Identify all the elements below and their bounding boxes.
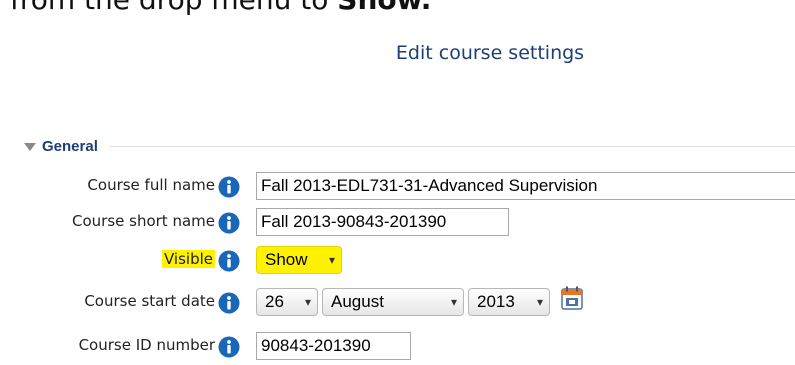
info-icon[interactable] (218, 176, 240, 198)
row-course-start-date: Course start date 26 ▾ August ▾ 2013 ▾ (0, 286, 795, 320)
info-icon[interactable] (218, 292, 240, 314)
label-course-short-name: Course short name (72, 212, 215, 230)
dropdown-caret-icon: ▾ (328, 253, 335, 267)
caption-bold-text: Show. (337, 0, 431, 16)
dropdown-caret-icon: ▾ (304, 295, 311, 309)
row-course-short-name: Course short name Fall 2013-90843-201390 (0, 206, 795, 240)
instruction-caption: from the drop menu to Show. (0, 0, 795, 17)
label-course-start-date: Course start date (84, 292, 215, 310)
calendar-icon[interactable] (561, 286, 583, 310)
page-title: Edit course settings (395, 42, 585, 64)
info-icon[interactable] (218, 336, 240, 358)
visible-selected-value: Show (265, 250, 308, 269)
start-month-value: August (331, 292, 384, 311)
row-course-id-number: Course ID number 90843-201390 (0, 330, 795, 364)
row-course-full-name: Course full name Fall 2013-EDL731-31-Adv… (0, 170, 795, 204)
course-full-name-input[interactable]: Fall 2013-EDL731-31-Advanced Supervision (256, 172, 795, 200)
label-course-id-number: Course ID number (78, 336, 215, 354)
info-icon[interactable] (218, 250, 240, 272)
label-visible: Visible (162, 250, 215, 268)
course-short-name-input[interactable]: Fall 2013-90843-201390 (256, 208, 509, 236)
dropdown-caret-icon: ▾ (536, 295, 543, 309)
section-divider (109, 146, 795, 147)
row-visible: Visible Show ▾ (0, 244, 795, 278)
course-id-number-input[interactable]: 90843-201390 (256, 332, 411, 360)
caption-text: from the drop menu to (10, 0, 337, 16)
start-day-value: 26 (265, 292, 284, 311)
collapse-triangle-icon[interactable] (24, 142, 36, 151)
start-day-select[interactable]: 26 ▾ (256, 288, 318, 316)
section-general-header[interactable]: General (8, 138, 795, 155)
start-month-select[interactable]: August ▾ (322, 288, 464, 316)
label-course-full-name: Course full name (87, 176, 215, 194)
info-icon[interactable] (218, 212, 240, 234)
visible-select[interactable]: Show ▾ (256, 246, 342, 274)
start-year-select[interactable]: 2013 ▾ (468, 288, 550, 316)
start-year-value: 2013 (477, 292, 515, 311)
dropdown-caret-icon: ▾ (450, 295, 457, 309)
section-general-title[interactable]: General (42, 138, 98, 155)
